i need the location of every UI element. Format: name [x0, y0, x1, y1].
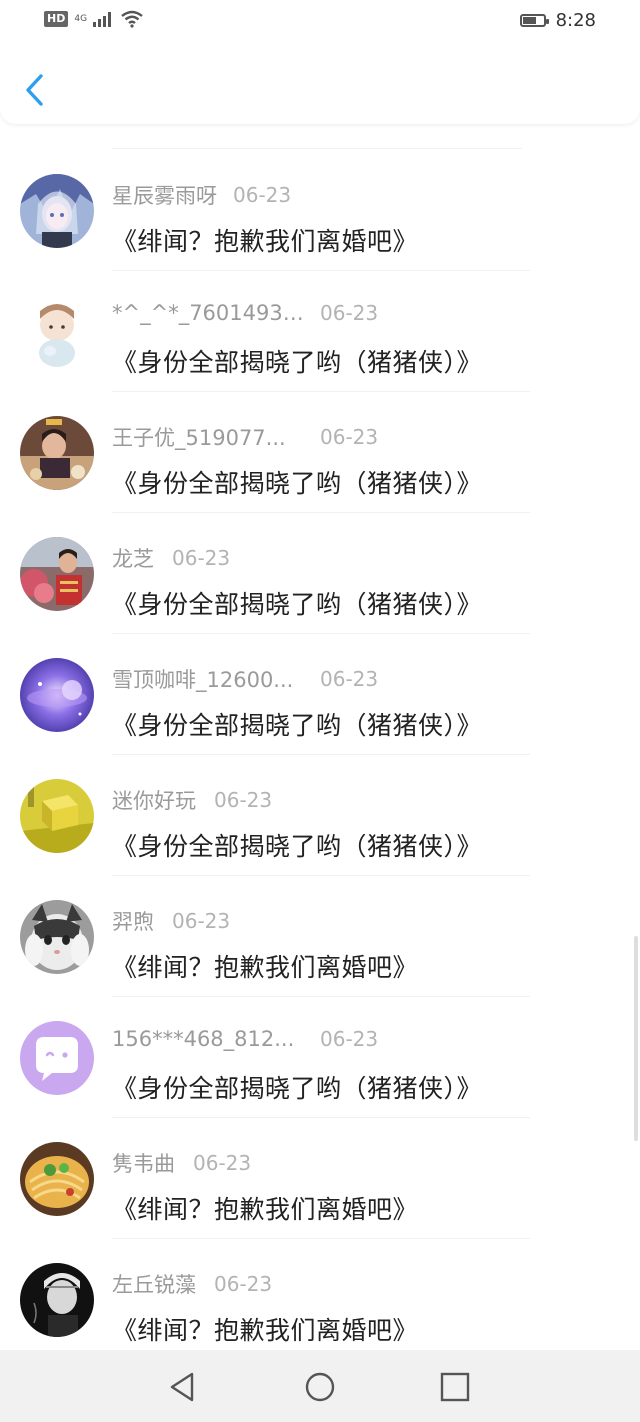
food-avatar[interactable] — [20, 1142, 94, 1216]
comment-date: 06-23 — [320, 301, 379, 325]
nav-home-button[interactable] — [303, 1370, 337, 1404]
cartoon-boy-avatar[interactable] — [20, 295, 94, 369]
status-left: HD 4G — [44, 10, 143, 28]
square-recents-icon — [440, 1372, 470, 1402]
comment-meta: 羿煦 06-23 — [112, 906, 230, 936]
list-item[interactable]: 雪顶咖啡_12600... 06-23 《身份全部揭晓了哟（猪猪侠）》 — [0, 634, 640, 755]
list-item[interactable]: 龙芝 06-23 《身份全部揭晓了哟（猪猪侠）》 — [0, 513, 640, 634]
comment-date: 06-23 — [172, 546, 231, 570]
comment-date: 06-23 — [233, 183, 292, 207]
photo-child-avatar[interactable] — [20, 416, 94, 490]
username[interactable]: 羿煦 — [112, 906, 154, 936]
username[interactable]: 星辰雾雨呀 — [112, 180, 217, 210]
comment-meta: 雪顶咖啡_12600... 06-23 — [112, 664, 378, 694]
username[interactable]: 156***468_812... — [112, 1027, 308, 1051]
status-right: 8:28 — [519, 10, 596, 31]
comment-meta: 左丘锐藻 06-23 — [112, 1269, 272, 1299]
list-item[interactable]: 156***468_812... 06-23 《身份全部揭晓了哟（猪猪侠）》 — [0, 997, 640, 1118]
username[interactable]: *^_^*_76014932... — [112, 301, 308, 325]
list-item[interactable]: 王子优_519077... 06-23 《身份全部揭晓了哟（猪猪侠）》 — [0, 392, 640, 513]
comment-text[interactable]: 《身份全部揭晓了哟（猪猪侠）》 — [112, 706, 482, 742]
comment-date: 06-23 — [320, 1027, 379, 1051]
comment-meta: *^_^*_76014932... 06-23 — [112, 301, 378, 325]
list-item[interactable]: 星辰雾雨呀 06-23 《绯闻？抱歉我们离婚吧》 — [0, 150, 640, 271]
username[interactable]: 龙芝 — [112, 543, 154, 573]
comment-text[interactable]: 《身份全部揭晓了哟（猪猪侠）》 — [112, 343, 482, 379]
comment-meta: 隽韦曲 06-23 — [112, 1148, 251, 1178]
comment-text[interactable]: 《身份全部揭晓了哟（猪猪侠）》 — [112, 585, 482, 621]
purple-galaxy-avatar[interactable] — [20, 658, 94, 732]
status-bar: HD 4G 8:28 — [0, 0, 640, 44]
comment-text[interactable]: 《身份全部揭晓了哟（猪猪侠）》 — [112, 1069, 482, 1105]
list-item[interactable]: 迷你好玩 06-23 《身份全部揭晓了哟（猪猪侠）》 — [0, 755, 640, 876]
list-item[interactable]: 左丘锐藻 06-23 《绯闻？抱歉我们离婚吧》 — [0, 1239, 640, 1350]
comment-meta: 王子优_519077... 06-23 — [112, 422, 378, 452]
comment-list[interactable]: 星辰雾雨呀 06-23 《绯闻？抱歉我们离婚吧》 *^_^*_76014932.… — [0, 126, 640, 1350]
comment-date: 06-23 — [172, 909, 231, 933]
comment-meta: 156***468_812... 06-23 — [112, 1027, 378, 1051]
wifi-icon — [121, 10, 143, 28]
anime-girl-avatar[interactable] — [20, 174, 94, 248]
comment-text[interactable]: 《身份全部揭晓了哟（猪猪侠）》 — [112, 827, 482, 863]
list-item[interactable]: *^_^*_76014932... 06-23 《身份全部揭晓了哟（猪猪侠）》 — [0, 271, 640, 392]
comment-date: 06-23 — [214, 1272, 273, 1296]
nav-recents-button[interactable] — [438, 1370, 472, 1404]
yellow-block-avatar[interactable] — [20, 779, 94, 853]
bw-portrait-avatar[interactable] — [20, 1263, 94, 1337]
clock: 8:28 — [555, 10, 596, 31]
comment-date: 06-23 — [320, 425, 379, 449]
list-item[interactable]: 羿煦 06-23 《绯闻？抱歉我们离婚吧》 — [0, 876, 640, 997]
comment-date: 06-23 — [193, 1151, 252, 1175]
hd-badge: HD — [44, 11, 69, 27]
triangle-back-icon — [170, 1372, 194, 1402]
comment-meta: 迷你好玩 06-23 — [112, 785, 272, 815]
comment-text[interactable]: 《绯闻？抱歉我们离婚吧》 — [112, 948, 418, 984]
comment-meta: 龙芝 06-23 — [112, 543, 230, 573]
divider — [112, 148, 522, 149]
nav-back-button[interactable] — [166, 1370, 200, 1404]
comment-date: 06-23 — [214, 788, 273, 812]
comment-date: 06-23 — [320, 667, 379, 691]
network-type: 4G — [74, 13, 88, 24]
comment-text[interactable]: 《身份全部揭晓了哟（猪猪侠）》 — [112, 464, 482, 500]
username[interactable]: 雪顶咖啡_12600... — [112, 664, 308, 694]
default-chat-avatar[interactable] — [20, 1021, 94, 1095]
comment-text[interactable]: 《绯闻？抱歉我们离婚吧》 — [112, 222, 418, 258]
back-button[interactable] — [20, 72, 50, 108]
chevron-left-icon — [26, 74, 43, 106]
comment-meta: 星辰雾雨呀 06-23 — [112, 180, 291, 210]
photo-flowers-avatar[interactable] — [20, 537, 94, 611]
system-nav-bar — [0, 1350, 640, 1422]
username[interactable]: 迷你好玩 — [112, 785, 196, 815]
circle-home-icon — [305, 1372, 335, 1402]
username[interactable]: 王子优_519077... — [112, 422, 308, 452]
cat-avatar[interactable] — [20, 900, 94, 974]
username[interactable]: 左丘锐藻 — [112, 1269, 196, 1299]
top-header — [0, 44, 640, 124]
comment-text[interactable]: 《绯闻？抱歉我们离婚吧》 — [112, 1311, 418, 1347]
list-item[interactable]: 隽韦曲 06-23 《绯闻？抱歉我们离婚吧》 — [0, 1118, 640, 1239]
battery-icon — [519, 14, 549, 27]
signal-icon — [93, 12, 112, 27]
scrollbar[interactable] — [634, 936, 638, 1141]
username[interactable]: 隽韦曲 — [112, 1148, 175, 1178]
comment-text[interactable]: 《绯闻？抱歉我们离婚吧》 — [112, 1190, 418, 1226]
